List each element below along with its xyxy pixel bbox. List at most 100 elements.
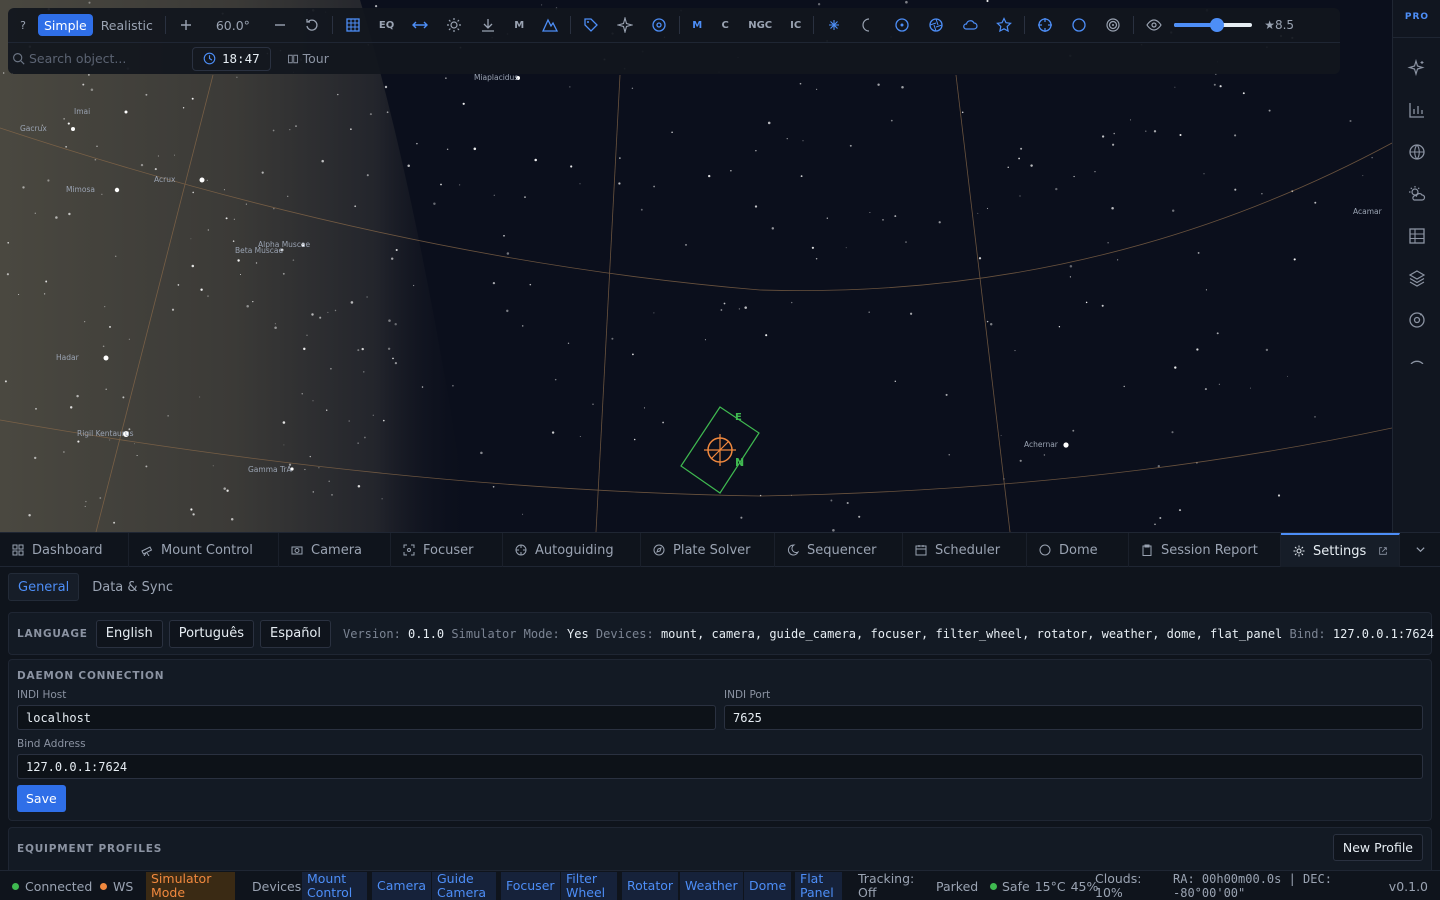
- tab-mount-control[interactable]: Mount Control: [129, 533, 279, 567]
- star-label[interactable]: Beta Muscae: [235, 246, 283, 255]
- tab-dome[interactable]: Dome: [1027, 533, 1129, 567]
- sidebar-chart-button[interactable]: [1407, 100, 1427, 120]
- star: [34, 456, 37, 460]
- catalog-ngc-button[interactable]: NGC: [742, 14, 778, 36]
- telescope-icon: [141, 546, 153, 556]
- tab-focuser[interactable]: Focuser: [391, 533, 503, 567]
- tab-sequencer[interactable]: Sequencer: [775, 533, 903, 567]
- planets-button[interactable]: [888, 14, 916, 36]
- star-label[interactable]: Hadar: [56, 353, 79, 362]
- language-spanish-button[interactable]: Español: [259, 619, 331, 648]
- device-chip-filter-wheel[interactable]: Filter Wheel: [561, 872, 617, 900]
- star-label[interactable]: Achernar: [1024, 440, 1058, 449]
- eq-toggle-button[interactable]: EQ: [373, 14, 400, 36]
- brightness-button[interactable]: [440, 14, 468, 36]
- star-label[interactable]: Gacrux: [20, 124, 47, 133]
- sidebar-layers-button[interactable]: [1407, 268, 1427, 288]
- device-chip-mount-control[interactable]: Mount Control: [302, 872, 367, 900]
- zoom-in-button[interactable]: [172, 14, 200, 36]
- tab-scheduler[interactable]: Scheduler: [903, 533, 1027, 567]
- star-label[interactable]: Miaplacidus: [474, 73, 518, 82]
- sidebar-disc-button[interactable]: [1407, 310, 1427, 330]
- tour-button[interactable]: Tour: [287, 51, 329, 66]
- bind-address-input[interactable]: [17, 754, 1423, 779]
- indi-host-input[interactable]: [17, 705, 716, 730]
- magnitude-slider[interactable]: [1174, 18, 1253, 32]
- sun-toggle-button[interactable]: [820, 14, 848, 36]
- star: [287, 195, 289, 197]
- new-profile-button[interactable]: New Profile: [1332, 834, 1423, 861]
- mode-realistic-button[interactable]: Realistic: [95, 14, 159, 36]
- catalog-ic-button[interactable]: IC: [784, 14, 807, 36]
- search-box[interactable]: [12, 47, 182, 71]
- sidebar-globe-button[interactable]: [1407, 142, 1427, 162]
- device-chip-camera[interactable]: Camera: [372, 872, 432, 900]
- star: [986, 0, 989, 3]
- crosshair-button[interactable]: [1031, 14, 1059, 36]
- collapse-panel-button[interactable]: [1400, 533, 1440, 566]
- device-chip-flat-panel[interactable]: Flat Panel: [795, 872, 842, 900]
- grid-toggle-button[interactable]: [339, 14, 367, 36]
- search-input[interactable]: [29, 51, 169, 66]
- sidebar-signal-button[interactable]: [1407, 352, 1427, 364]
- reset-view-button[interactable]: [298, 14, 326, 36]
- sky-canvas[interactable]: [0, 0, 1392, 532]
- tab-dashboard[interactable]: Dashboard: [0, 533, 129, 567]
- signal-icon: [1410, 360, 1424, 364]
- tab-session-report[interactable]: Session Report: [1129, 533, 1281, 567]
- tab-settings[interactable]: Settings: [1281, 533, 1400, 567]
- device-chip-dome[interactable]: Dome: [744, 872, 792, 900]
- tab-camera[interactable]: Camera: [279, 533, 391, 567]
- labels-button[interactable]: [577, 14, 605, 36]
- time-display[interactable]: 18:47: [192, 46, 271, 71]
- star: [394, 323, 397, 326]
- subtab-data-sync[interactable]: Data & Sync: [83, 573, 182, 601]
- sidebar-sparkle-button[interactable]: [1407, 58, 1427, 78]
- rings-button[interactable]: [1099, 14, 1127, 36]
- download-button[interactable]: [474, 14, 502, 36]
- star-label[interactable]: Rigil Kentaurus: [77, 429, 134, 438]
- visibility-button[interactable]: [1140, 14, 1168, 36]
- galaxy-button[interactable]: [645, 14, 673, 36]
- device-chip-focuser[interactable]: Focuser: [501, 872, 560, 900]
- indi-port-input[interactable]: [724, 705, 1423, 730]
- circle-button[interactable]: [1065, 14, 1093, 36]
- star-label[interactable]: Acrux: [154, 175, 175, 184]
- sky-view[interactable]: Miaplacidus Imai Gacrux Acrux Mimosa Alp…: [0, 0, 1392, 532]
- help-button[interactable]: ?: [12, 14, 34, 36]
- device-chip-guide-camera[interactable]: Guide Camera: [432, 872, 496, 900]
- device-chip-rotator[interactable]: Rotator: [622, 872, 679, 900]
- star: [388, 319, 391, 322]
- clouds-button[interactable]: [956, 14, 984, 36]
- constellation-button[interactable]: [611, 14, 639, 36]
- zoom-out-button[interactable]: [266, 14, 294, 36]
- language-portuguese-button[interactable]: Português: [168, 619, 254, 648]
- sidebar-weather-button[interactable]: [1407, 184, 1427, 204]
- catalog-c-button[interactable]: C: [714, 14, 736, 36]
- tab-plate-solver[interactable]: Plate Solver: [641, 533, 775, 567]
- star: [190, 508, 193, 511]
- star-label[interactable]: Acamar: [1353, 207, 1382, 216]
- language-title: LANGUAGE: [17, 627, 88, 640]
- star-label[interactable]: Mimosa: [66, 185, 95, 194]
- tab-autoguiding[interactable]: Autoguiding: [503, 533, 641, 567]
- external-link-icon[interactable]: [1378, 546, 1388, 556]
- flip-button[interactable]: [406, 14, 434, 36]
- language-english-button[interactable]: English: [95, 619, 163, 648]
- messier-toggle-button[interactable]: M: [508, 14, 530, 36]
- catalog-m-button[interactable]: M: [686, 14, 708, 36]
- star-label[interactable]: Imai: [74, 107, 90, 116]
- star-label[interactable]: Gamma TrA: [248, 465, 292, 474]
- magnitude-slider-knob[interactable]: [1210, 18, 1225, 32]
- landscape-button[interactable]: [536, 14, 564, 36]
- favorites-button[interactable]: [990, 14, 1018, 36]
- aperture-button[interactable]: [922, 14, 950, 36]
- fov-indicator[interactable]: [680, 406, 760, 494]
- sidebar-table-button[interactable]: [1407, 226, 1427, 246]
- tracking-line-1: Tracking:: [858, 871, 915, 886]
- mode-simple-button[interactable]: Simple: [38, 14, 93, 36]
- subtab-general[interactable]: General: [8, 573, 80, 601]
- device-chip-weather[interactable]: Weather: [680, 872, 743, 900]
- moon-toggle-button[interactable]: [854, 14, 882, 36]
- save-button[interactable]: Save: [17, 785, 66, 812]
